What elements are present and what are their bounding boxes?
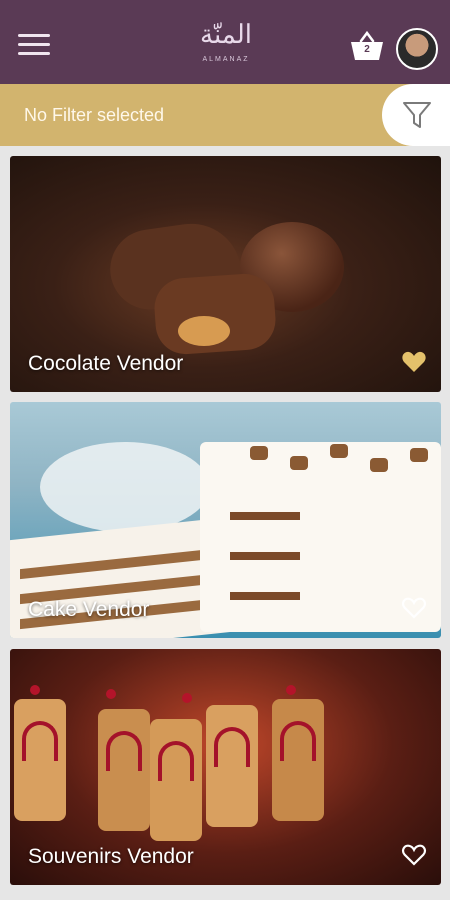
heart-icon <box>401 597 427 619</box>
vendor-name: Souvenirs Vendor <box>28 845 194 868</box>
funnel-icon <box>403 102 431 128</box>
menu-button[interactable] <box>18 34 50 62</box>
hamburger-icon-line <box>18 52 50 55</box>
logo-subtitle: ALMANAZ <box>202 56 250 63</box>
vendor-card[interactable]: Cake Vendor <box>10 402 441 638</box>
favorite-button[interactable] <box>401 843 427 867</box>
brand-logo: المنّة ALMANAZ <box>190 20 262 74</box>
souvenir-image <box>272 699 324 821</box>
filter-status-text: No Filter selected <box>24 105 165 125</box>
vendor-card[interactable]: Souvenirs Vendor <box>10 649 441 885</box>
vendor-card[interactable]: Cocolate Vendor <box>10 156 441 392</box>
souvenir-image <box>206 705 258 827</box>
vendor-name: Cocolate Vendor <box>28 352 184 375</box>
app-bar: المنّة ALMANAZ 2 <box>0 0 450 84</box>
heart-icon <box>401 844 427 866</box>
heart-icon <box>402 351 426 372</box>
cart-button[interactable]: 2 <box>349 30 385 62</box>
souvenir-image <box>150 719 202 841</box>
souvenir-image <box>14 699 66 821</box>
vendor-name: Cake Vendor <box>28 598 150 621</box>
hamburger-icon <box>18 34 50 37</box>
filter-button[interactable] <box>382 84 450 146</box>
favorite-button[interactable] <box>401 596 427 620</box>
cart-count-badge: 2 <box>364 44 370 55</box>
user-avatar[interactable] <box>396 28 438 70</box>
hamburger-icon-line <box>18 43 50 46</box>
logo-script: المنّة <box>200 20 252 50</box>
chocolate-image <box>178 316 230 346</box>
favorite-button[interactable] <box>401 350 427 374</box>
souvenir-image <box>98 709 150 831</box>
plate-image <box>40 442 210 532</box>
